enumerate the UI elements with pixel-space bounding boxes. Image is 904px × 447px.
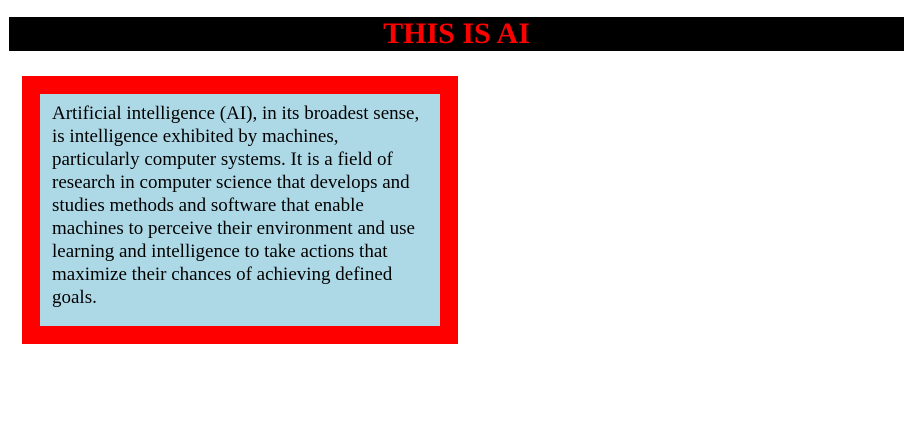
- page-header: THIS IS AI: [9, 17, 904, 51]
- page-title: THIS IS AI: [383, 17, 530, 50]
- ai-description-text: Artificial intelligence (AI), in its bro…: [52, 103, 420, 308]
- ai-description-card: Artificial intelligence (AI), in its bro…: [22, 76, 458, 344]
